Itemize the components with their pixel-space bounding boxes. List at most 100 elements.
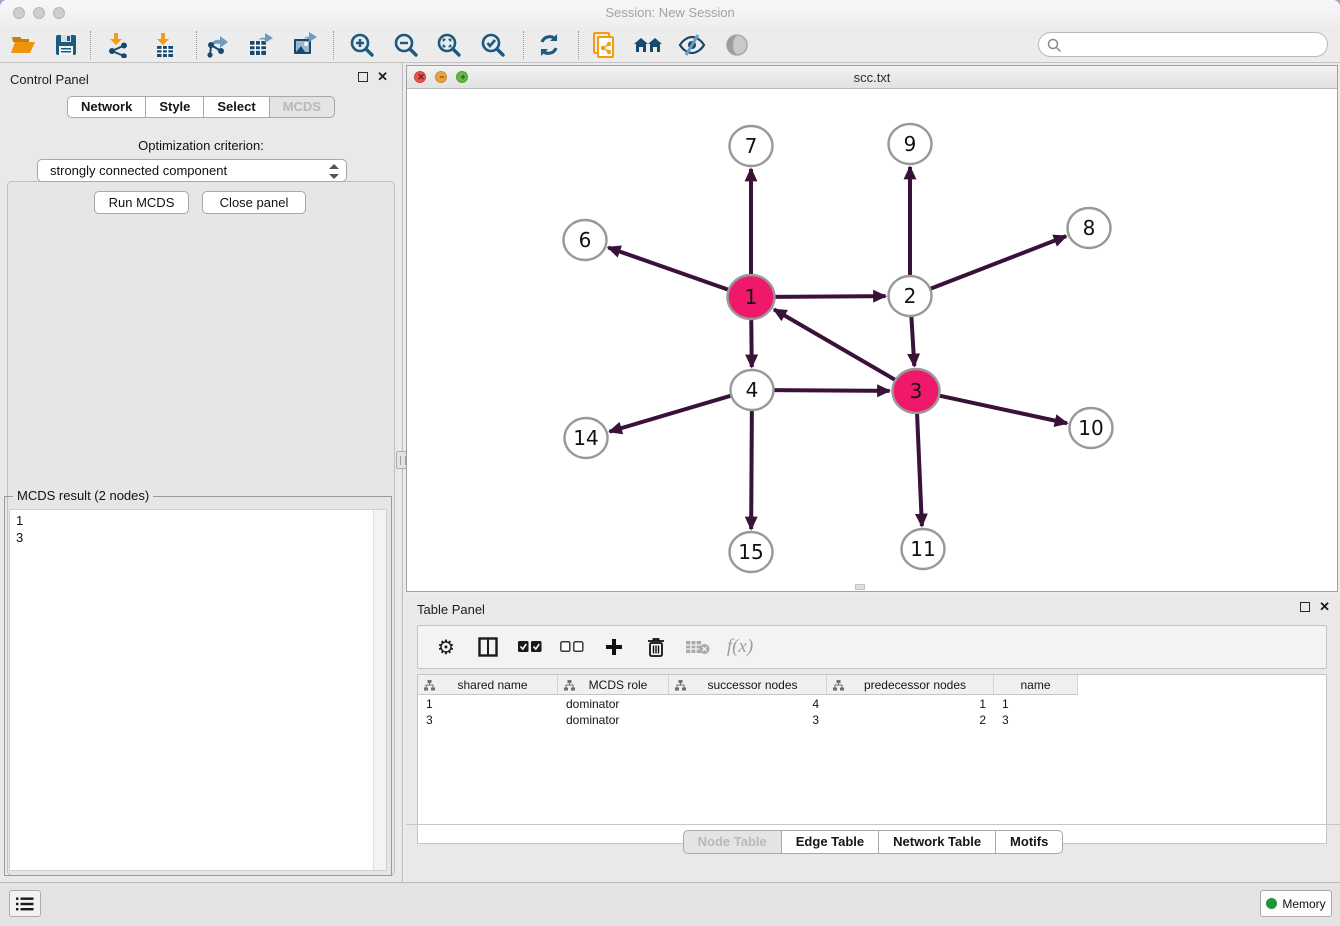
- tab-node-table[interactable]: Node Table: [683, 830, 782, 854]
- mcds-result-title: MCDS result (2 nodes): [13, 488, 153, 503]
- import-network-icon[interactable]: [103, 30, 133, 60]
- edge-1-2[interactable]: [774, 296, 885, 297]
- gear-icon[interactable]: ⚙: [432, 633, 460, 661]
- edge-1-6[interactable]: [608, 247, 729, 289]
- table-cell[interactable]: 3: [418, 712, 558, 728]
- table-cell[interactable]: 1: [827, 696, 994, 712]
- add-column-icon[interactable]: [600, 633, 628, 661]
- open-session-icon[interactable]: [8, 30, 38, 60]
- tab-network[interactable]: Network: [67, 96, 146, 118]
- network-graph[interactable]: 7968124314101511: [407, 89, 1337, 591]
- edge-2-8[interactable]: [930, 236, 1066, 289]
- zoom-in-icon[interactable]: [347, 30, 377, 60]
- zoom-out-icon[interactable]: [391, 30, 421, 60]
- node-label-11: 11: [910, 537, 935, 561]
- unselect-all-columns-icon[interactable]: [558, 633, 586, 661]
- toolbar-separator: [333, 31, 334, 59]
- list-icon: [16, 897, 34, 911]
- import-table-icon[interactable]: [150, 30, 180, 60]
- column-header-mcds-role[interactable]: MCDS role: [558, 675, 669, 695]
- tab-mcds[interactable]: MCDS: [270, 96, 335, 118]
- table-panel-title: Table Panel: [417, 602, 485, 617]
- edge-4-15[interactable]: [751, 410, 752, 529]
- edge-3-10[interactable]: [939, 396, 1067, 424]
- export-table-icon[interactable]: [247, 30, 277, 60]
- table-cell[interactable]: 1: [994, 696, 1078, 712]
- node-label-15: 15: [738, 540, 763, 564]
- float-panel-icon[interactable]: [358, 72, 368, 82]
- hide-eye-icon[interactable]: [677, 30, 707, 60]
- node-label-7: 7: [745, 134, 758, 158]
- column-header-shared-name[interactable]: shared name: [418, 675, 558, 695]
- table-cell[interactable]: 3: [669, 712, 827, 728]
- houses-icon[interactable]: [633, 30, 663, 60]
- network-window-title: scc.txt: [407, 70, 1337, 85]
- table-tabs-divider: [406, 824, 1340, 825]
- node-label-6: 6: [579, 228, 592, 252]
- control-panel-tabs: NetworkStyleSelectMCDS: [0, 96, 402, 118]
- duplicate-network-icon[interactable]: [590, 30, 620, 60]
- tab-edge-table[interactable]: Edge Table: [782, 830, 879, 854]
- search-input[interactable]: [1067, 35, 1317, 54]
- tab-select[interactable]: Select: [204, 96, 269, 118]
- node-label-1: 1: [745, 285, 758, 309]
- table-cell[interactable]: 3: [994, 712, 1078, 728]
- status-bar: Memory: [0, 882, 1340, 926]
- export-image-icon[interactable]: [291, 30, 321, 60]
- edge-2-3[interactable]: [911, 316, 914, 366]
- table-row[interactable]: 1dominator411: [418, 696, 1078, 712]
- edge-4-14[interactable]: [610, 396, 732, 432]
- table-panel: Table Panel ✕ ⚙ f(x): [406, 595, 1340, 888]
- application-window: Session: New Session: [0, 0, 1340, 926]
- close-panel-button[interactable]: Close panel: [202, 191, 306, 214]
- network-resize-grip[interactable]: [855, 584, 865, 590]
- memory-button[interactable]: Memory: [1260, 890, 1332, 917]
- table-cell[interactable]: 2: [827, 712, 994, 728]
- column-header-predecessor-nodes[interactable]: predecessor nodes: [827, 675, 994, 695]
- column-header-successor-nodes[interactable]: successor nodes: [669, 675, 827, 695]
- network-canvas[interactable]: 7968124314101511: [407, 89, 1337, 591]
- edge-4-3[interactable]: [773, 390, 889, 391]
- table-toolbar: ⚙ f(x): [417, 625, 1327, 669]
- run-mcds-button[interactable]: Run MCDS: [94, 191, 189, 214]
- toolbar-separator: [90, 31, 91, 59]
- select-all-columns-icon[interactable]: [516, 633, 544, 661]
- table-header-row: shared nameMCDS rolesuccessor nodesprede…: [418, 675, 1078, 695]
- table-cell[interactable]: 4: [669, 696, 827, 712]
- zoom-selected-icon[interactable]: [478, 30, 508, 60]
- close-panel-icon[interactable]: ✕: [377, 72, 388, 82]
- criterion-select[interactable]: strongly connected component: [37, 159, 347, 182]
- search-box: [1038, 32, 1328, 57]
- network-window-titlebar[interactable]: ✕ − + scc.txt: [407, 66, 1337, 89]
- column-header-name[interactable]: name: [994, 675, 1078, 695]
- float-table-panel-icon[interactable]: [1300, 602, 1310, 612]
- edge-3-1[interactable]: [774, 309, 896, 380]
- toolbar-separator: [196, 31, 197, 59]
- table-cell[interactable]: 1: [418, 696, 558, 712]
- tab-style[interactable]: Style: [146, 96, 204, 118]
- node-label-3: 3: [910, 379, 923, 403]
- function-builder-icon: f(x): [726, 633, 754, 661]
- delete-column-icon[interactable]: [642, 633, 670, 661]
- node-label-2: 2: [904, 284, 917, 308]
- export-network-icon[interactable]: [204, 30, 234, 60]
- tab-motifs[interactable]: Motifs: [996, 830, 1063, 854]
- edge-3-11[interactable]: [917, 413, 922, 526]
- zoom-fit-icon[interactable]: [434, 30, 464, 60]
- birdseye-icon[interactable]: [722, 30, 752, 60]
- apply-layout-icon[interactable]: [534, 30, 564, 60]
- table-cell[interactable]: dominator: [558, 696, 669, 712]
- task-history-button[interactable]: [9, 890, 41, 917]
- column-panel-icon[interactable]: [474, 633, 502, 661]
- tab-network-table[interactable]: Network Table: [879, 830, 996, 854]
- node-label-9: 9: [904, 132, 917, 156]
- table-row[interactable]: 3dominator323: [418, 712, 1078, 728]
- node-table[interactable]: shared nameMCDS rolesuccessor nodesprede…: [417, 674, 1327, 844]
- table-cell[interactable]: dominator: [558, 712, 669, 728]
- mcds-result-group: MCDS result (2 nodes) 1 3: [4, 496, 392, 876]
- select-stepper-icon: [329, 164, 339, 179]
- save-session-icon[interactable]: [51, 30, 81, 60]
- result-scrollbar[interactable]: [373, 510, 386, 870]
- toolbar-separator: [578, 31, 579, 59]
- close-table-panel-icon[interactable]: ✕: [1319, 602, 1330, 612]
